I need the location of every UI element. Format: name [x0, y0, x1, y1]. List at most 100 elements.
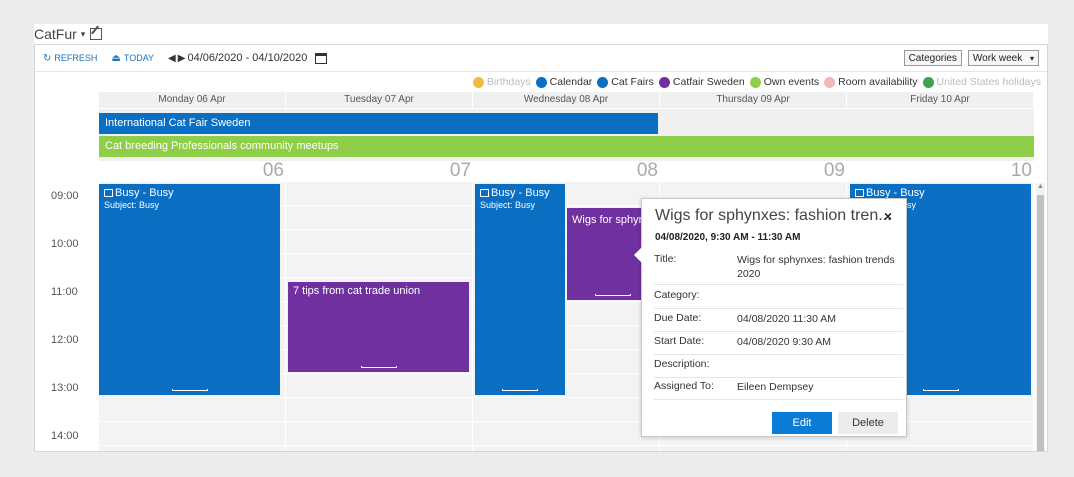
- legend-item-birthdays[interactable]: Birthdays: [472, 76, 531, 88]
- event-cat-trade-union[interactable]: 7 tips from cat trade union: [288, 282, 469, 372]
- legend-label: Calendar: [549, 76, 593, 88]
- refresh-label: REFRESH: [54, 53, 98, 63]
- view-select[interactable]: Work week ▾: [967, 50, 1039, 66]
- field-label: Assigned To:: [654, 380, 714, 392]
- day-number: 08: [636, 160, 658, 181]
- next-arrow-icon[interactable]: ▶: [178, 53, 186, 64]
- event-title-text: Busy - Busy: [491, 187, 550, 199]
- toolbar: ↻ REFRESH ⏏ TODAY ◀ ▶ 04/06/2020 - 04/10…: [35, 45, 1047, 72]
- popup-title: Wigs for sphynxes: fashion tren...: [655, 207, 892, 224]
- refresh-button[interactable]: ↻ REFRESH: [43, 53, 97, 64]
- time-label: 14:00: [51, 430, 79, 442]
- date-range: 04/06/2020 - 04/10/2020: [187, 52, 308, 64]
- legend-dot: [824, 76, 836, 88]
- calendar-title[interactable]: CatFur: [34, 26, 77, 42]
- edit-button[interactable]: Edit: [772, 412, 832, 434]
- time-label: 12:00: [51, 334, 79, 346]
- time-label: 10:00: [51, 238, 79, 250]
- legend-dot: [658, 76, 670, 88]
- vertical-scrollbar[interactable]: ▲: [1036, 183, 1045, 451]
- event-subject: Subject: Busy: [104, 200, 160, 210]
- legend-label: Cat Fairs: [611, 76, 654, 88]
- event-title: 7 tips from cat trade union: [293, 285, 421, 297]
- calendar-icon: [855, 189, 864, 197]
- refresh-icon: ↻: [43, 52, 52, 64]
- field-value: 04/08/2020 9:30 AM: [737, 336, 831, 348]
- legend-item-own-events[interactable]: Own events: [749, 76, 820, 88]
- today-icon: ⏏: [111, 52, 121, 64]
- day-header[interactable]: Tuesday 07 Apr: [286, 92, 473, 108]
- field-value: Wigs for sphynxes: fashion trends 2020: [737, 254, 895, 280]
- categories-button[interactable]: Categories: [903, 50, 962, 66]
- legend-label: Birthdays: [486, 76, 531, 88]
- popup-row-start-date: Start Date: 04/08/2020 9:30 AM: [654, 335, 903, 355]
- scroll-thumb[interactable]: [1037, 195, 1044, 451]
- field-value: Eileen Dempsey: [737, 381, 814, 393]
- view-select-value: Work week: [972, 53, 1023, 64]
- event-busy-monday[interactable]: Busy - Busy Subject: Busy: [99, 184, 280, 395]
- legend-dot: [922, 76, 934, 88]
- legend-item-catfair-sweden[interactable]: Catfair Sweden: [658, 76, 745, 88]
- calendar-title-bar: CatFur ▾: [34, 24, 1048, 44]
- event-subject: sy: [907, 200, 916, 210]
- today-label: TODAY: [123, 53, 155, 63]
- field-label: Start Date:: [654, 335, 705, 347]
- calendar-picker-icon[interactable]: [315, 52, 328, 64]
- title-dropdown-icon[interactable]: ▾: [81, 29, 86, 40]
- day-header[interactable]: Wednesday 08 Apr: [473, 92, 660, 108]
- chevron-down-icon: ▾: [1029, 54, 1034, 63]
- day-header[interactable]: Thursday 09 Apr: [660, 92, 847, 108]
- day-header[interactable]: Monday 06 Apr: [99, 92, 286, 108]
- field-value: 04/08/2020 11:30 AM: [737, 313, 837, 325]
- popup-pointer: [634, 247, 642, 263]
- resize-handle[interactable]: [360, 366, 397, 368]
- resize-handle[interactable]: [502, 389, 538, 391]
- allday-event[interactable]: Cat breeding Professionals community mee…: [99, 136, 1034, 157]
- popup-row-title: Title: Wigs for sphynxes: fashion trends…: [654, 253, 903, 285]
- calendar-icon: [104, 189, 113, 197]
- day-number: 07: [449, 160, 471, 181]
- event-title: Busy - Busy: [480, 187, 560, 199]
- edit-icon[interactable]: [90, 28, 103, 40]
- legend-item-cat-fairs[interactable]: Cat Fairs: [597, 76, 654, 88]
- legend-dot: [749, 76, 761, 88]
- legend-item-calendar[interactable]: Calendar: [535, 76, 593, 88]
- legend-dot: [535, 76, 547, 88]
- popup-row-due-date: Due Date: 04/08/2020 11:30 AM: [654, 312, 903, 332]
- resize-handle[interactable]: [594, 294, 631, 296]
- popup-row-description: Description:: [654, 358, 903, 378]
- popup-row-assigned-to: Assigned To: Eileen Dempsey: [654, 380, 903, 400]
- half-hour-line: [98, 445, 1031, 446]
- day-number: 09: [823, 160, 845, 181]
- time-label: 09:00: [51, 190, 79, 202]
- today-button[interactable]: ⏏ TODAY: [111, 53, 154, 64]
- time-label: 11:00: [51, 286, 78, 298]
- prev-arrow-icon[interactable]: ◀: [168, 53, 176, 64]
- day-number: 10: [1010, 160, 1032, 181]
- legend-item-us-holidays[interactable]: United States holidays: [922, 76, 1041, 88]
- legend-dot: [597, 76, 609, 88]
- resize-handle[interactable]: [171, 389, 208, 391]
- close-icon[interactable]: ×: [884, 208, 892, 224]
- legend-dot: [472, 76, 484, 88]
- resize-handle[interactable]: [922, 389, 959, 391]
- event-busy-wednesday[interactable]: Busy - Busy Subject: Busy: [475, 184, 565, 395]
- popup-datetime: 04/08/2020, 9:30 AM - 11:30 AM: [655, 232, 801, 243]
- legend-label: Own events: [763, 76, 820, 88]
- field-label: Title:: [654, 253, 677, 265]
- day-header[interactable]: Friday 10 Apr: [847, 92, 1034, 108]
- calendar-legend: Birthdays Calendar Cat Fairs Catfair Swe…: [468, 74, 1041, 90]
- scroll-up-icon[interactable]: ▲: [1036, 183, 1045, 192]
- event-title-text: Busy - Busy: [115, 187, 174, 199]
- event-details-popup: Wigs for sphynxes: fashion tren... × 04/…: [634, 198, 907, 437]
- allday-event[interactable]: International Cat Fair Sweden: [99, 113, 658, 134]
- field-label: Category:: [654, 289, 700, 301]
- delete-button[interactable]: Delete: [838, 412, 898, 434]
- field-label: Due Date:: [654, 312, 702, 324]
- day-number: 06: [262, 160, 284, 181]
- legend-label: Catfair Sweden: [672, 76, 745, 88]
- field-label: Description:: [654, 358, 710, 370]
- event-title: Busy - Busy: [104, 187, 275, 199]
- event-subject: Subject: Busy: [480, 200, 536, 210]
- legend-item-room-availability[interactable]: Room availability: [824, 76, 918, 88]
